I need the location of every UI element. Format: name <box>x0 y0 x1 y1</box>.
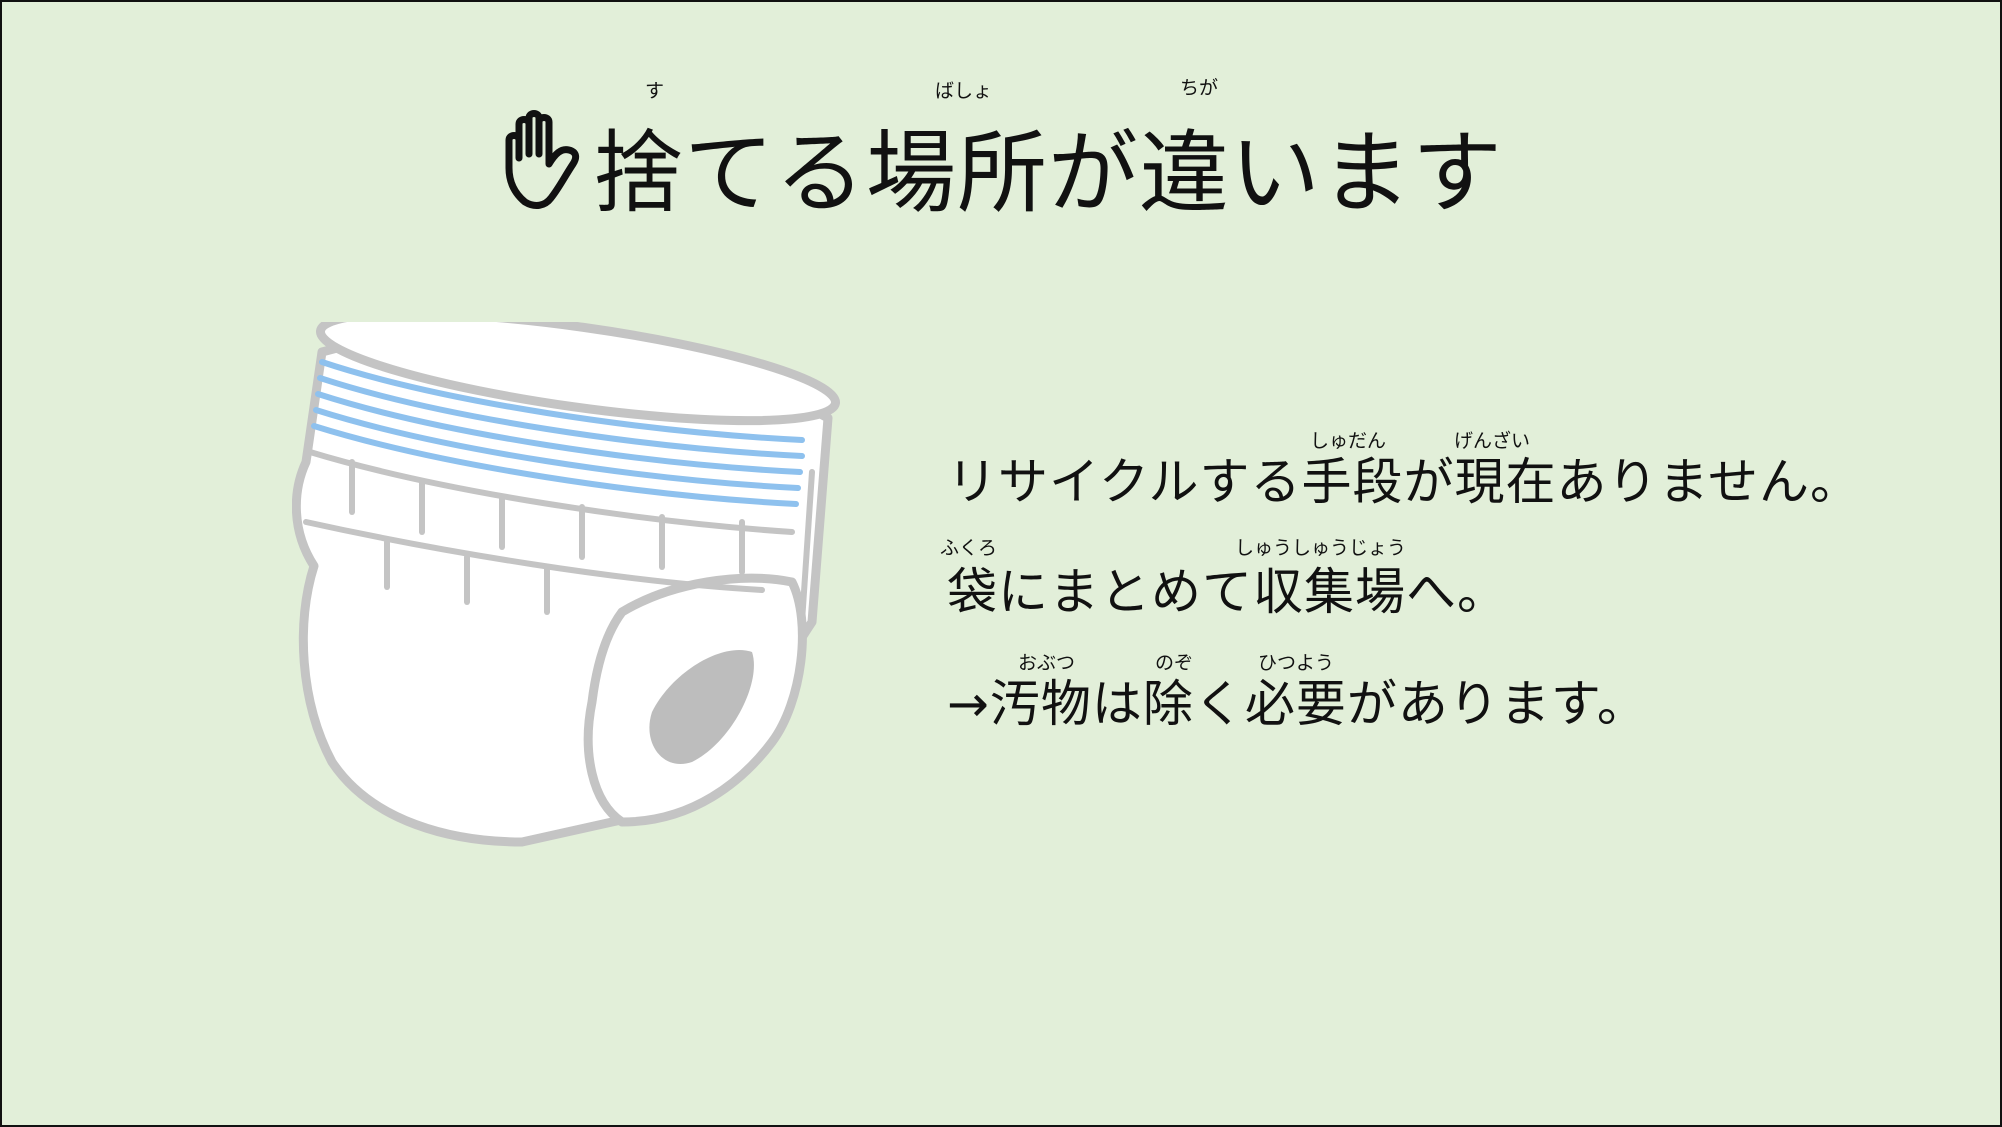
diaper-illustration <box>292 322 841 847</box>
ruby-genzai: げんざい <box>1454 430 1531 452</box>
slide: す ばしょ ちが 捨てる場所が違います しゅだん げんざい リサイクルする手段が… <box>0 0 2002 1127</box>
ruby-nozo: のぞ <box>1155 652 1194 674</box>
hand-stop-icon <box>505 110 580 209</box>
page-title: 捨てる場所が違います <box>2 110 2000 219</box>
body-line-2: 袋にまとめて収集場へ。 <box>947 563 1508 621</box>
ruby-fukuro: ふくろ <box>940 537 998 559</box>
ruby-obutsu: おぶつ <box>1018 652 1076 674</box>
ruby-hitsuyou: ひつよう <box>1258 652 1335 674</box>
title-text: 捨てる場所が違います <box>593 121 1503 226</box>
title-ruby-chiga: ちが <box>1180 77 1219 99</box>
ruby-shudan: しゅだん <box>1310 430 1387 452</box>
ruby-shuushuujou: しゅうしゅうじょう <box>1235 537 1407 559</box>
title-ruby-su: す <box>645 80 665 102</box>
title-ruby-basho: ばしょ <box>935 80 993 102</box>
body-line-3: →汚物は除く必要があります。 <box>947 675 1648 733</box>
body-line-1: リサイクルする手段が現在ありません。 <box>947 453 1861 511</box>
